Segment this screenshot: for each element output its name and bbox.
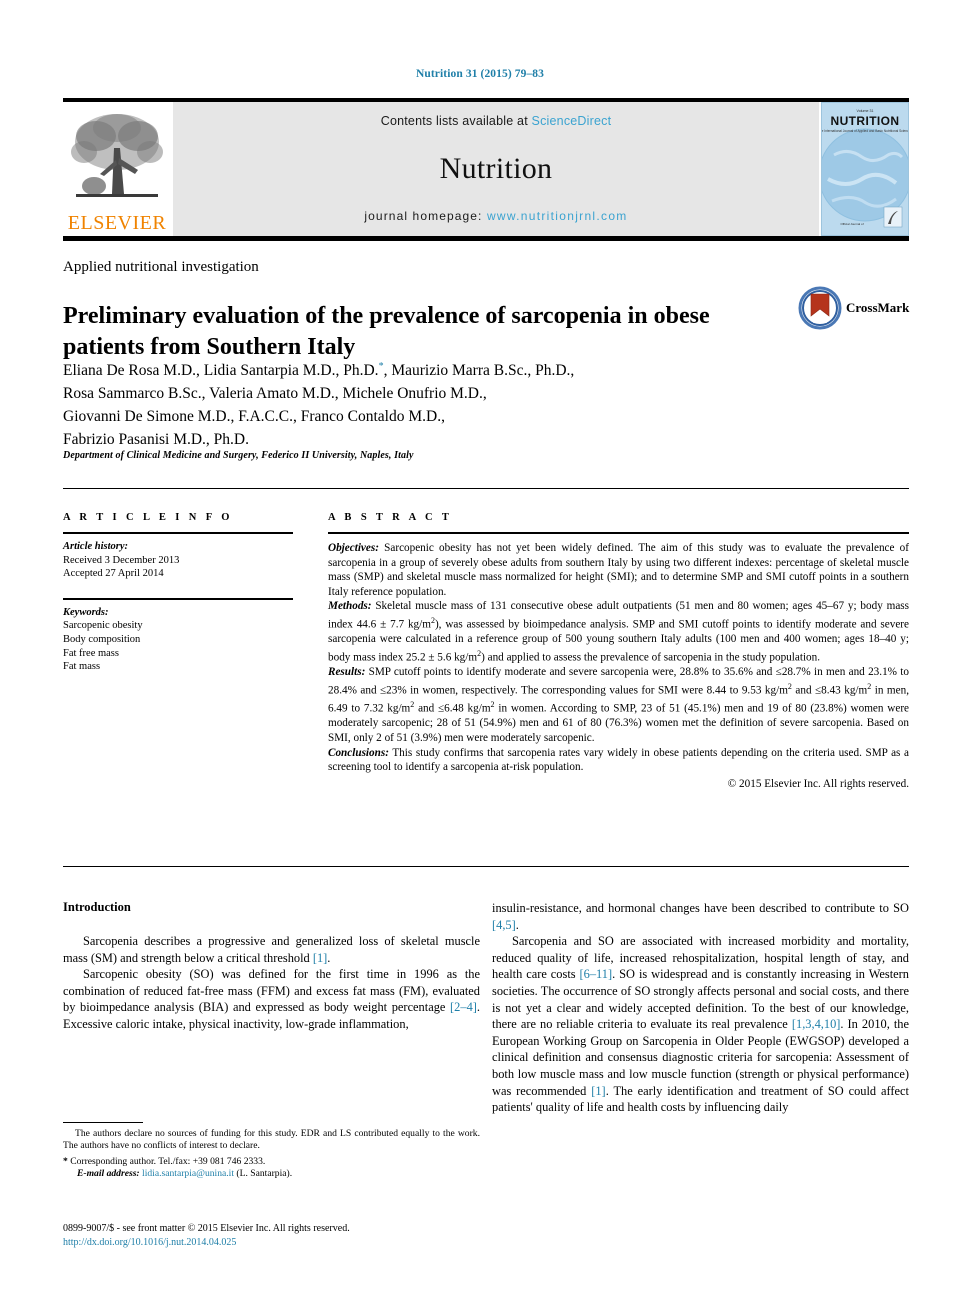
article-section-type: Applied nutritional investigation bbox=[63, 259, 259, 275]
elsevier-tree-icon bbox=[71, 114, 163, 197]
intro-p1-text: Sarcopenia describes a progressive and g… bbox=[63, 934, 480, 965]
citation-ref[interactable]: [1] bbox=[313, 951, 327, 965]
doi-link[interactable]: http://dx.doi.org/10.1016/j.nut.2014.04.… bbox=[63, 1236, 480, 1250]
main-column-left: Introduction Sarcopenia describes a prog… bbox=[63, 900, 480, 1033]
author-line-1: Eliana De Rosa M.D., Lidia Santarpia M.D… bbox=[63, 355, 823, 382]
contents-prefix: Contents lists available at bbox=[380, 114, 532, 128]
email-suffix: (L. Santarpia). bbox=[234, 1168, 293, 1180]
elsevier-logo: ELSEVIER bbox=[63, 102, 171, 236]
keyword-item: Fat free mass bbox=[63, 647, 119, 659]
author-line-1-text: Eliana De Rosa M.D., Lidia Santarpia M.D… bbox=[63, 361, 575, 380]
abstract-block: A B S T R A C T Objectives: Sarcopenic o… bbox=[328, 512, 909, 791]
corresponding-text: Corresponding author. Tel./fax: +39 081 … bbox=[70, 1155, 266, 1167]
svg-text:The International Journal of A: The International Journal of Applied and… bbox=[822, 129, 908, 133]
intro-p3-text-b: . bbox=[515, 917, 519, 932]
abstract-heading: A B S T R A C T bbox=[328, 512, 453, 523]
journal-cover-thumbnail: Volume 31 NUTRITION The International Jo… bbox=[821, 102, 909, 236]
author-affiliation: Department of Clinical Medicine and Surg… bbox=[63, 450, 414, 461]
info-band-bottom-rule bbox=[63, 866, 909, 867]
contents-panel: Contents lists available at ScienceDirec… bbox=[173, 102, 819, 236]
contents-lists-line: Contents lists available at ScienceDirec… bbox=[381, 114, 612, 128]
running-head: Nutrition 31 (2015) 79–83 bbox=[415, 68, 545, 80]
abstract-methods-label: Methods: bbox=[328, 600, 372, 613]
article-history: Article history: Received 3 December 201… bbox=[63, 540, 293, 581]
intro-paragraph-4: Sarcopenia and SO are associated with in… bbox=[492, 933, 909, 1116]
homepage-prefix: journal homepage: bbox=[364, 209, 487, 223]
svg-text:Volume 31: Volume 31 bbox=[857, 109, 874, 113]
keyword-item: Sarcopenic obesity bbox=[63, 620, 143, 632]
intro-p3-text-a: insulin-resistance, and hormonal changes… bbox=[492, 901, 909, 915]
keyword-item: Fat mass bbox=[63, 661, 101, 673]
article-history-accepted: Accepted 27 April 2014 bbox=[63, 568, 164, 580]
abstract-conclusions-text: This study confirms that sarcopenia rate… bbox=[328, 746, 909, 774]
crossmark-icon bbox=[798, 286, 842, 330]
article-history-label: Article history: bbox=[63, 541, 129, 552]
abstract-results: Results: SMP cutoff points to identify m… bbox=[328, 665, 909, 745]
abstract-objectives-label: Objectives: bbox=[328, 542, 379, 554]
citation-ref[interactable]: [1,3,4,10] bbox=[792, 1017, 841, 1031]
email-label: E-mail address: bbox=[77, 1168, 140, 1180]
corresponding-star: * bbox=[63, 1155, 68, 1167]
keywords-block: Keywords: Sarcopenic obesity Body compos… bbox=[63, 606, 293, 674]
article-info-rule-1 bbox=[63, 532, 293, 534]
imprint-block: 0899-9007/$ - see front matter © 2015 El… bbox=[63, 1222, 480, 1250]
author-line-2: Rosa Sammarco B.Sc., Valeria Amato M.D.,… bbox=[63, 385, 487, 403]
author-list: Eliana De Rosa M.D., Lidia Santarpia M.D… bbox=[63, 355, 823, 451]
abstract-results-text-4: and ≤6.48 kg/m bbox=[414, 702, 491, 715]
svg-text:NUTRITION: NUTRITION bbox=[831, 114, 900, 128]
journal-homepage-line: journal homepage: www.nutritionjrnl.com bbox=[364, 209, 627, 223]
article-info-heading: A R T I C L E I N F O bbox=[63, 512, 233, 523]
email-link[interactable]: lidia.santarpia@unina.it bbox=[142, 1168, 234, 1179]
footnote-block: The authors declare no sources of fundin… bbox=[63, 1122, 480, 1179]
main-column-right: insulin-resistance, and hormonal changes… bbox=[492, 900, 909, 1116]
issn-front-matter: 0899-9007/$ - see front matter © 2015 El… bbox=[63, 1223, 350, 1234]
intro-paragraph-3: insulin-resistance, and hormonal changes… bbox=[492, 900, 909, 933]
keyword-item: Body composition bbox=[63, 633, 141, 645]
abstract-results-text-2: and ≤8.43 kg/m bbox=[791, 684, 868, 697]
abstract-objectives: Objectives: Sarcopenic obesity has not y… bbox=[328, 541, 909, 599]
footnote-rule bbox=[63, 1122, 143, 1123]
crossmark-label: CrossMark bbox=[846, 300, 910, 315]
abstract-rule bbox=[328, 532, 909, 534]
footnote-corresponding: * Corresponding author. Tel./fax: +39 08… bbox=[63, 1156, 480, 1168]
masthead-bottom-rule bbox=[63, 236, 909, 241]
author-line-4: Fabrizio Pasanisi M.D., Ph.D. bbox=[63, 431, 249, 449]
journal-cover-art: Volume 31 NUTRITION The International Jo… bbox=[822, 103, 908, 235]
abstract-copyright: © 2015 Elsevier Inc. All rights reserved… bbox=[727, 777, 909, 790]
intro-paragraph-2: Sarcopenic obesity (SO) was defined for … bbox=[63, 966, 480, 1032]
intro-p1-end: . bbox=[327, 950, 331, 965]
abstract-objectives-text: Sarcopenic obesity has not yet been wide… bbox=[328, 542, 909, 598]
abstract-methods: Methods: Skeletal muscle mass of 131 con… bbox=[328, 599, 909, 665]
footnote-funding: The authors declare no sources of fundin… bbox=[63, 1128, 480, 1152]
abstract-conclusions-label: Conclusions: bbox=[328, 746, 389, 759]
abstract-results-label: Results: bbox=[328, 666, 366, 679]
homepage-url-link[interactable]: www.nutritionjrnl.com bbox=[487, 209, 628, 223]
crossmark-badge[interactable]: CrossMark bbox=[798, 284, 910, 332]
paper-page: Nutrition 31 (2015) 79–83 ELSEVIER Conte… bbox=[0, 0, 960, 1290]
author-line-3: Giovanni De Simone M.D., F.A.C.C., Franc… bbox=[63, 408, 445, 426]
journal-masthead: ELSEVIER Contents lists available at Sci… bbox=[63, 98, 909, 241]
article-info-block: A R T I C L E I N F O Article history: R… bbox=[63, 512, 293, 674]
elsevier-wordmark: ELSEVIER bbox=[67, 212, 167, 234]
abstract-body: Objectives: Sarcopenic obesity has not y… bbox=[328, 541, 909, 791]
citation-ref[interactable]: [1] bbox=[591, 1084, 605, 1098]
page-title: Preliminary evaluation of the prevalence… bbox=[63, 303, 710, 361]
intro-p2-text-a: Sarcopenic obesity (SO) was defined for … bbox=[63, 967, 480, 1015]
abstract-methods-text-3: ) and applied to assess the prevalence o… bbox=[481, 651, 821, 664]
footnote-email-line: E-mail address: lidia.santarpia@unina.it… bbox=[77, 1168, 480, 1179]
article-info-rule-2 bbox=[63, 597, 293, 600]
keywords-label: Keywords: bbox=[63, 606, 109, 618]
article-history-received: Received 3 December 2013 bbox=[63, 554, 180, 566]
sciencedirect-link[interactable]: ScienceDirect bbox=[532, 114, 612, 128]
info-band-top-rule bbox=[63, 488, 909, 489]
journal-title: Nutrition bbox=[439, 151, 553, 185]
citation-ref[interactable]: [2–4] bbox=[450, 1000, 477, 1014]
citation-ref[interactable]: [6–11] bbox=[580, 967, 613, 981]
abstract-conclusions: Conclusions: This study confirms that sa… bbox=[328, 746, 909, 775]
introduction-heading: Introduction bbox=[63, 900, 131, 914]
svg-text:Official Journal of: Official Journal of bbox=[840, 222, 863, 226]
citation-ref[interactable]: [4,5] bbox=[492, 918, 516, 932]
intro-paragraph-1: Sarcopenia describes a progressive and g… bbox=[63, 933, 480, 966]
